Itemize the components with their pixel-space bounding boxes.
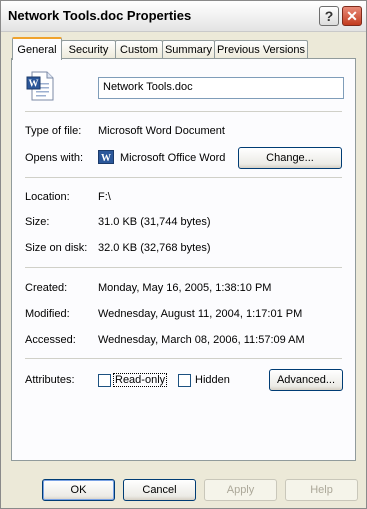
ok-button-label: OK bbox=[70, 484, 87, 496]
cancel-button[interactable]: Cancel bbox=[123, 479, 196, 501]
tab-previous-versions[interactable]: Previous Versions bbox=[214, 40, 308, 59]
opens-value: Microsoft Office Word bbox=[120, 152, 226, 164]
tab-summary[interactable]: Summary bbox=[162, 40, 215, 59]
tab-security[interactable]: Security bbox=[61, 40, 116, 59]
apply-button-label: Apply bbox=[226, 484, 255, 496]
opens-label: Opens with: bbox=[25, 152, 84, 164]
svg-text:W: W bbox=[29, 79, 39, 90]
advanced-button[interactable]: Advanced... bbox=[269, 369, 343, 391]
size-value: 31.0 KB (31,744 bytes) bbox=[98, 216, 211, 228]
ok-button[interactable]: OK bbox=[42, 479, 115, 501]
separator bbox=[25, 111, 342, 112]
attributes-label: Attributes: bbox=[25, 374, 75, 386]
modified-label: Modified: bbox=[25, 308, 70, 320]
advanced-button-label: Advanced... bbox=[276, 374, 336, 386]
location-label: Location: bbox=[25, 191, 70, 203]
accessed-label: Accessed: bbox=[25, 334, 76, 346]
svg-text:W: W bbox=[101, 153, 111, 164]
word-app-icon: W bbox=[98, 149, 114, 165]
properties-window: Network Tools.doc Properties ? ✕ Securit… bbox=[0, 0, 367, 509]
readonly-label[interactable]: Read-only bbox=[112, 373, 168, 387]
size-on-disk-label: Size on disk: bbox=[25, 242, 88, 254]
type-label: Type of file: bbox=[25, 125, 82, 137]
cancel-button-label: Cancel bbox=[142, 484, 177, 496]
hidden-label[interactable]: Hidden bbox=[195, 374, 230, 386]
help-footer-button[interactable]: Help bbox=[285, 479, 358, 501]
title-bar[interactable]: Network Tools.doc Properties ? ✕ bbox=[1, 1, 366, 32]
help-button[interactable]: ? bbox=[319, 6, 339, 26]
change-button-label: Change... bbox=[266, 152, 314, 164]
hidden-checkbox[interactable] bbox=[178, 374, 191, 387]
help-footer-button-label: Help bbox=[310, 484, 333, 496]
size-label: Size: bbox=[25, 216, 50, 228]
close-button[interactable]: ✕ bbox=[342, 6, 362, 26]
window-title: Network Tools.doc Properties bbox=[8, 8, 192, 23]
general-panel: W Network Tools.doc Type of file: Micros… bbox=[11, 58, 356, 461]
filename-field[interactable]: Network Tools.doc bbox=[98, 77, 344, 99]
separator bbox=[25, 267, 342, 268]
tab-custom[interactable]: Custom bbox=[115, 40, 163, 59]
apply-button[interactable]: Apply bbox=[204, 479, 277, 501]
tab-general[interactable]: General bbox=[12, 37, 62, 60]
separator bbox=[25, 358, 342, 359]
created-value: Monday, May 16, 2005, 1:38:10 PM bbox=[98, 282, 272, 294]
size-on-disk-value: 32.0 KB (32,768 bytes) bbox=[98, 242, 211, 254]
modified-value: Wednesday, August 11, 2004, 1:17:01 PM bbox=[98, 308, 303, 320]
accessed-value: Wednesday, March 08, 2006, 11:57:09 AM bbox=[98, 334, 305, 346]
created-label: Created: bbox=[25, 282, 68, 294]
word-document-icon: W bbox=[26, 71, 56, 101]
separator bbox=[25, 177, 342, 178]
readonly-checkbox[interactable] bbox=[98, 374, 111, 387]
location-value: F:\ bbox=[98, 191, 111, 203]
change-button[interactable]: Change... bbox=[238, 147, 342, 169]
type-value: Microsoft Word Document bbox=[98, 125, 225, 137]
